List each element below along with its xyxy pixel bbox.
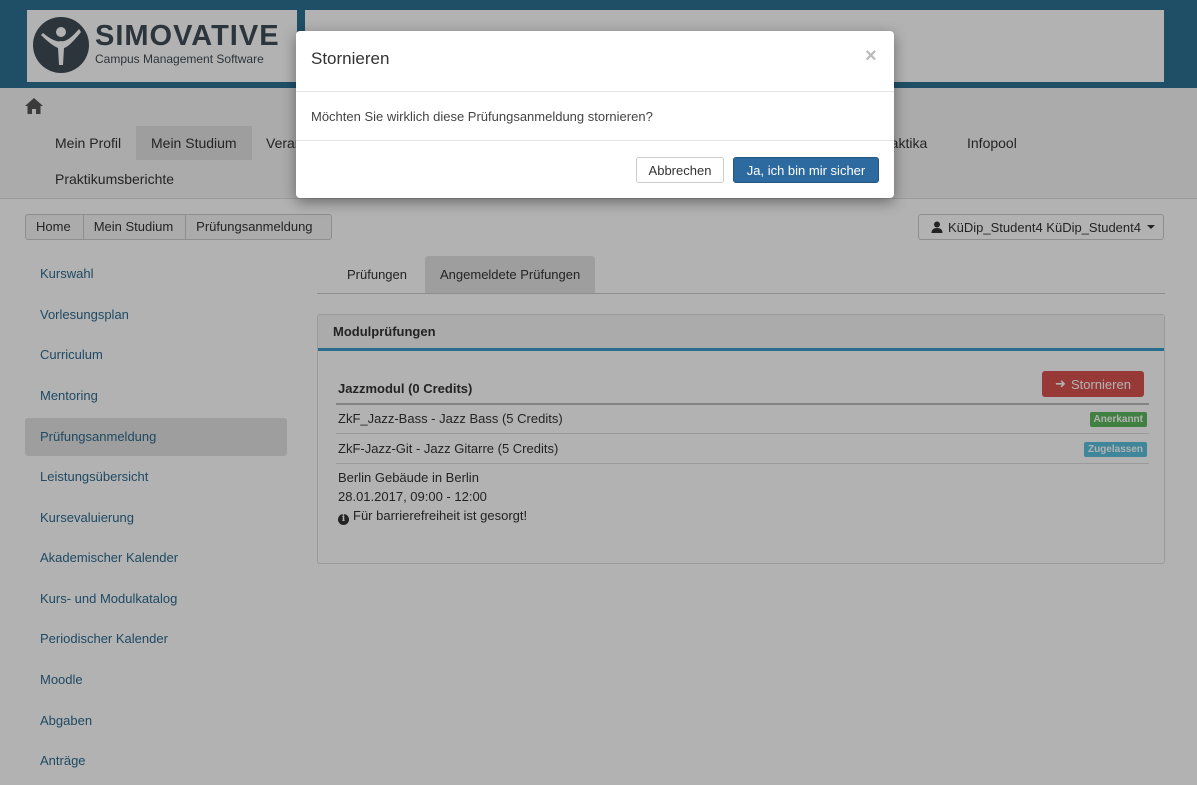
close-icon[interactable]: × xyxy=(865,45,877,68)
dialog-title: Stornieren xyxy=(311,49,390,68)
divider xyxy=(296,140,894,141)
cancel-confirm-dialog: Stornieren × Möchten Sie wirklich diese … xyxy=(296,31,894,198)
divider xyxy=(296,91,894,92)
confirm-button[interactable]: Ja, ich bin mir sicher xyxy=(733,157,879,183)
dialog-message: Möchten Sie wirklich diese Prüfungsanmel… xyxy=(311,109,653,124)
abbrechen-button[interactable]: Abbrechen xyxy=(636,157,724,183)
